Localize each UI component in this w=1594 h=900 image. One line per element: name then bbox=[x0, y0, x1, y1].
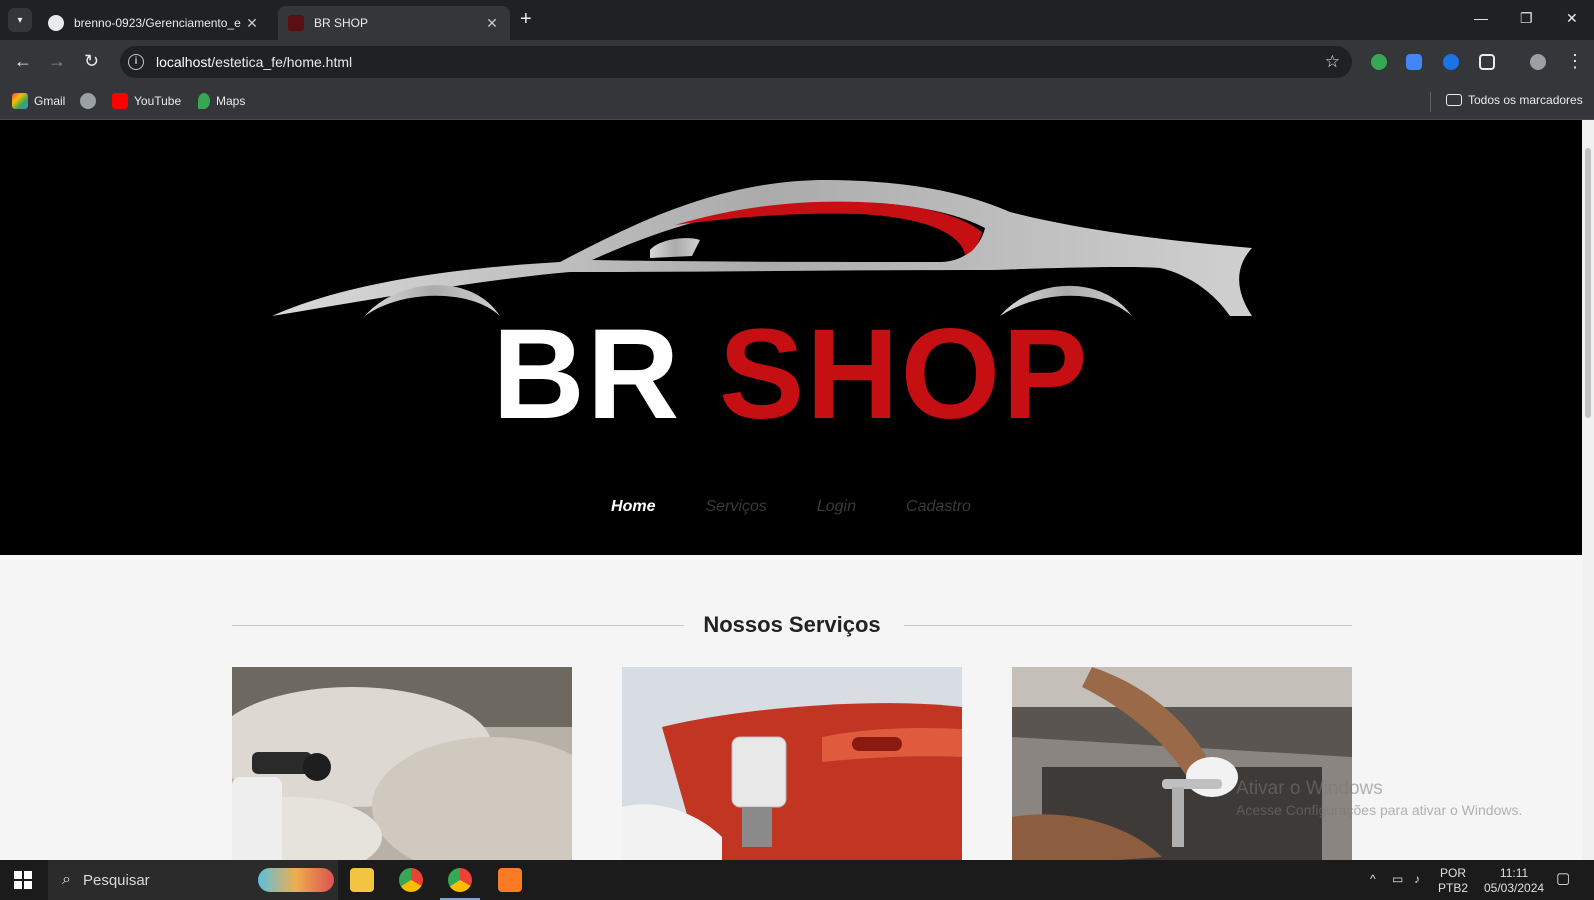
close-tab-icon[interactable]: ✕ bbox=[484, 15, 500, 32]
brand-logo-text: BR SHOP bbox=[492, 303, 1090, 446]
nav-home[interactable]: Home bbox=[611, 498, 655, 516]
services-section-header: Nossos Serviços bbox=[232, 610, 1352, 640]
youtube-icon bbox=[112, 93, 128, 109]
page-viewport: BR SHOP Home Serviços Login Cadastro Nos… bbox=[0, 120, 1594, 860]
github-icon bbox=[48, 15, 64, 31]
file-explorer-icon[interactable] bbox=[350, 868, 374, 892]
chrome-profile-icon[interactable] bbox=[440, 868, 480, 900]
nav-login[interactable]: Login bbox=[817, 498, 856, 516]
tab-github[interactable]: brenno-0923/Gerenciamento_e ✕ bbox=[38, 6, 270, 40]
car-paint-spray-photo bbox=[622, 667, 962, 860]
windows-activation-title: Ativar o Windows bbox=[1236, 778, 1383, 799]
language-indicator[interactable]: POR PTB2 bbox=[1438, 866, 1468, 896]
forward-icon[interactable]: → bbox=[48, 52, 66, 70]
menu-dots-icon[interactable]: ⋮ bbox=[1566, 52, 1584, 70]
tab-title: brenno-0923/Gerenciamento_e bbox=[74, 16, 241, 30]
main-nav: Home Serviços Login Cadastro bbox=[0, 498, 1582, 516]
notifications-icon[interactable]: ▢ bbox=[1556, 871, 1570, 886]
globe-icon bbox=[80, 93, 96, 109]
folder-icon bbox=[1446, 94, 1462, 106]
address-bar[interactable]: i localhost/estetica_fe/home.html ☆ bbox=[120, 46, 1352, 78]
chrome-icon[interactable] bbox=[399, 868, 423, 892]
engine-repair-photo bbox=[1012, 667, 1352, 860]
tray-chevron-icon[interactable]: ^ bbox=[1370, 872, 1376, 887]
back-icon[interactable]: ← bbox=[14, 52, 32, 70]
bookmark-maps[interactable]: Maps bbox=[198, 93, 245, 109]
extensions-puzzle-icon[interactable] bbox=[1479, 54, 1495, 70]
browser-toolbar: ← → ↻ i localhost/estetica_fe/home.html … bbox=[0, 40, 1594, 84]
bookmark-star-icon[interactable]: ☆ bbox=[1325, 52, 1340, 72]
tab-title: BR SHOP bbox=[314, 16, 369, 30]
service-card-mechanic[interactable] bbox=[1012, 667, 1352, 860]
xampp-icon[interactable] bbox=[498, 868, 522, 892]
service-card-paint[interactable] bbox=[622, 667, 962, 860]
bookmark-youtube[interactable]: YouTube bbox=[112, 93, 181, 109]
close-window-icon[interactable]: ✕ bbox=[1566, 10, 1578, 27]
restore-icon[interactable]: ❐ bbox=[1520, 10, 1533, 27]
profile-avatar[interactable] bbox=[1530, 54, 1546, 70]
extension-green-icon[interactable] bbox=[1371, 54, 1387, 70]
windows-activation-subtitle: Acesse Configurações para ativar o Windo… bbox=[1236, 802, 1523, 818]
maps-pin-icon bbox=[198, 93, 210, 109]
volume-icon[interactable]: ♪ bbox=[1414, 872, 1420, 887]
google-translate-icon[interactable] bbox=[1406, 54, 1422, 70]
br-shop-favicon-icon bbox=[288, 15, 304, 31]
all-bookmarks-button[interactable]: Todos os marcadores bbox=[1446, 93, 1583, 107]
tab-search-button[interactable]: ▾ bbox=[8, 8, 32, 32]
reload-icon[interactable]: ↻ bbox=[84, 52, 99, 70]
close-tab-icon[interactable]: ✕ bbox=[244, 15, 260, 32]
page-scrollbar[interactable] bbox=[1582, 120, 1594, 860]
hero-header: BR SHOP Home Serviços Login Cadastro bbox=[0, 120, 1582, 555]
bookmark-globe[interactable] bbox=[80, 93, 102, 109]
nav-cadastro[interactable]: Cadastro bbox=[906, 498, 971, 516]
car-foam-wash-photo bbox=[232, 667, 572, 860]
network-icon[interactable]: ▭ bbox=[1392, 872, 1403, 887]
scrollbar-thumb[interactable] bbox=[1585, 148, 1591, 418]
gmail-icon bbox=[12, 93, 28, 109]
new-tab-button[interactable]: + bbox=[520, 9, 532, 29]
extension-blue-icon[interactable] bbox=[1443, 54, 1459, 70]
minimize-icon[interactable]: — bbox=[1474, 10, 1488, 26]
search-highlight-image[interactable] bbox=[258, 868, 334, 892]
bookmarks-bar: Gmail YouTube Maps Todos os marcadores bbox=[0, 84, 1594, 120]
tab-br-shop[interactable]: BR SHOP ✕ bbox=[278, 6, 510, 40]
windows-taskbar: ⌕ Pesquisar ^ ▭ ♪ POR PTB2 11:11 05/03/2… bbox=[0, 860, 1594, 900]
site-info-icon[interactable]: i bbox=[128, 54, 144, 70]
nav-servicos[interactable]: Serviços bbox=[706, 498, 767, 516]
windows-start-icon[interactable] bbox=[14, 871, 32, 889]
bookmark-gmail[interactable]: Gmail bbox=[12, 93, 65, 109]
clock[interactable]: 11:11 05/03/2024 bbox=[1484, 866, 1544, 896]
services-heading: Nossos Serviços bbox=[703, 612, 881, 637]
service-card-wash[interactable] bbox=[232, 667, 572, 860]
search-icon: ⌕ bbox=[62, 871, 71, 888]
tab-strip: ▾ brenno-0923/Gerenciamento_e ✕ BR SHOP … bbox=[0, 0, 1594, 40]
bookmark-divider bbox=[1430, 92, 1431, 112]
url-text: localhost/estetica_fe/home.html bbox=[156, 54, 353, 70]
